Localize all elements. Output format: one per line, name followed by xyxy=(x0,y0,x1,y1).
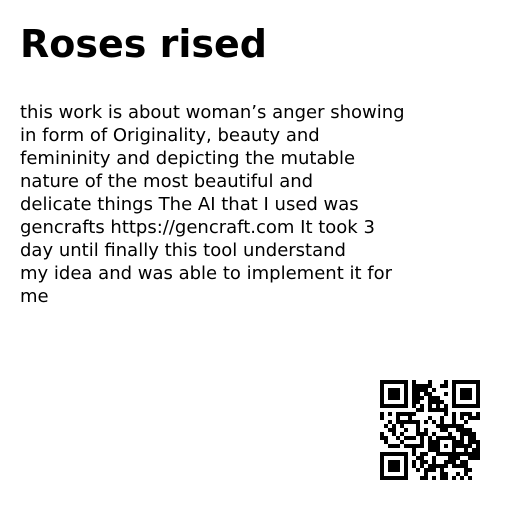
description-line: me xyxy=(20,286,49,307)
description-text: this work is about woman’s anger showing… xyxy=(20,101,470,308)
page-title: Roses rised xyxy=(20,22,267,66)
description-line: nature of the most beautiful and xyxy=(20,171,314,192)
description-line: femininity and depicting the mutable xyxy=(20,148,356,169)
description-line: delicate things The AI that I used was xyxy=(20,194,359,215)
qr-code-icon[interactable] xyxy=(380,380,480,480)
description-line: gencrafts https://gencraft.com It took 3 xyxy=(20,217,375,238)
qr-code-graphic xyxy=(380,380,480,480)
description-line: in form of Originality, beauty and xyxy=(20,125,320,146)
description-line: this work is about woman’s anger showing xyxy=(20,102,405,123)
description-line: my idea and was able to implement it for xyxy=(20,263,393,284)
description-line: day until finally this tool understand xyxy=(20,240,346,261)
